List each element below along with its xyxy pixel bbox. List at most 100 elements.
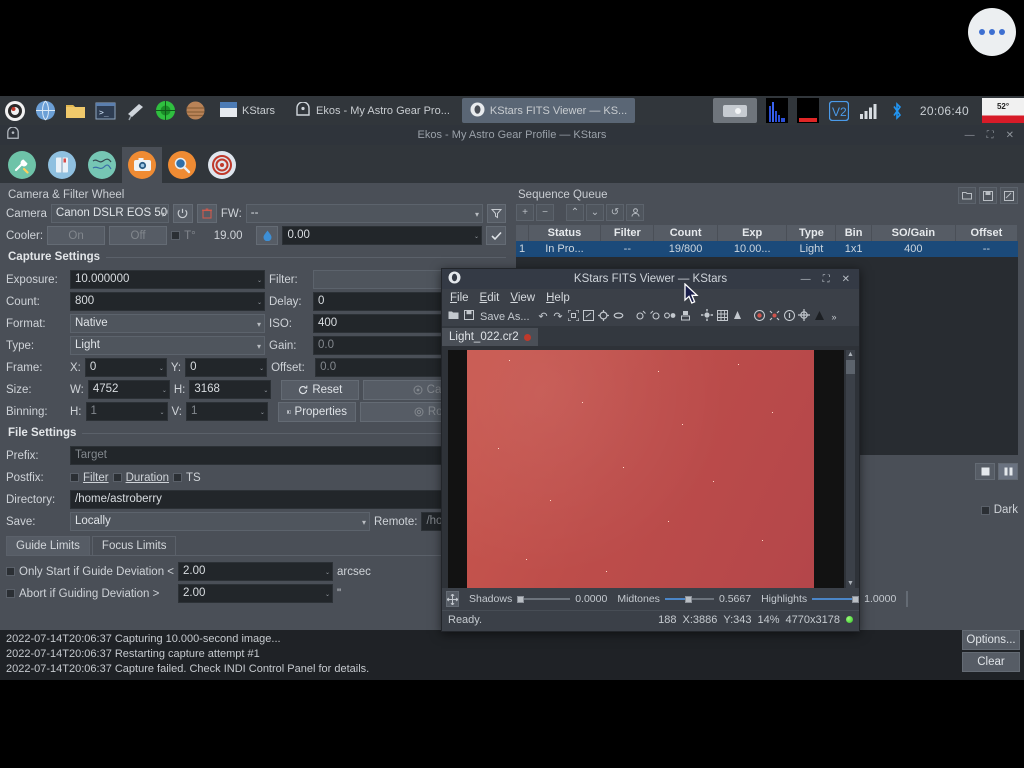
col-filter[interactable]: Filter: [600, 225, 655, 241]
planet-icon[interactable]: [181, 98, 209, 123]
detect-stars-icon[interactable]: [752, 309, 767, 324]
add-job-button[interactable]: +: [516, 204, 534, 221]
fits-titlebar[interactable]: KStars FITS Viewer — KStars — ⛶ ✕: [442, 269, 859, 289]
filter-wheel-select[interactable]: --: [245, 204, 483, 223]
guide-deviation-input[interactable]: 2.00: [178, 562, 333, 581]
camera-remove-button[interactable]: [196, 204, 217, 223]
kstars-logo-icon[interactable]: [1, 98, 29, 123]
histogram-icon[interactable]: [812, 310, 827, 324]
folder-icon[interactable]: [61, 98, 89, 123]
taskbar-item-ekos[interactable]: Ekos - My Astro Gear Pro...: [287, 98, 458, 123]
terminal-icon[interactable]: >_: [91, 98, 119, 123]
move-job-up-button[interactable]: ⌃: [566, 204, 584, 221]
bluetooth-icon[interactable]: [888, 98, 906, 123]
north-marker-icon[interactable]: [730, 310, 745, 323]
postfix-filter-checkbox[interactable]: [70, 473, 79, 482]
tab-align[interactable]: [202, 147, 242, 183]
format-select[interactable]: Native: [70, 314, 265, 333]
taskbar-item-fits-viewer[interactable]: KStars FITS Viewer — KS...: [461, 98, 636, 123]
save-sequence-as-button[interactable]: [1000, 187, 1018, 204]
cooler-off-button[interactable]: Off: [109, 226, 168, 245]
save-as-button[interactable]: Save As...: [476, 311, 536, 323]
temperature-apply-icon-button[interactable]: [256, 226, 279, 245]
midtones-slider[interactable]: [664, 595, 714, 603]
camera-power-button[interactable]: [172, 204, 193, 223]
tab-analyze[interactable]: [82, 147, 122, 183]
more-options-button[interactable]: [968, 8, 1016, 56]
temperature-target-input[interactable]: 0.00: [282, 226, 482, 245]
guide-deviation-checkbox[interactable]: [6, 567, 15, 576]
reset-frame-button[interactable]: Reset: [281, 379, 360, 400]
audio-icon[interactable]: [796, 98, 819, 123]
cooler-on-button[interactable]: On: [47, 226, 106, 245]
tab-scheduler[interactable]: [42, 147, 82, 183]
col-type[interactable]: Type: [786, 225, 837, 241]
properties-button[interactable]: Properties: [277, 401, 356, 422]
frame-x-input[interactable]: 0: [84, 358, 167, 377]
histogram-icon[interactable]: [765, 98, 788, 123]
ekos-log[interactable]: 2022-07-14T20:06:37 Capturing 10.000-sec…: [0, 630, 1024, 680]
rotate-ccw-icon[interactable]: [663, 310, 678, 324]
col-count[interactable]: Count: [653, 225, 718, 241]
tab-focus[interactable]: [162, 147, 202, 183]
temperature-set-button[interactable]: [486, 226, 506, 245]
scroll-thumb[interactable]: [846, 360, 855, 374]
tab-capture[interactable]: [122, 147, 162, 183]
save-select[interactable]: Locally: [70, 512, 370, 531]
fits-vertical-scrollbar[interactable]: ▲ ▼: [846, 350, 855, 588]
exposure-input[interactable]: 10.000000: [70, 270, 265, 289]
rotate-cw-icon[interactable]: [678, 310, 693, 324]
highlights-slider[interactable]: [812, 595, 860, 603]
bin-h-input[interactable]: 1: [85, 402, 168, 421]
v2-icon[interactable]: V2: [828, 98, 850, 123]
undo-icon[interactable]: ↶: [536, 310, 551, 323]
ekos-titlebar[interactable]: Ekos - My Astro Gear Profile — KStars — …: [0, 125, 1024, 145]
move-job-down-button[interactable]: ⌄: [586, 204, 604, 221]
weather-widget[interactable]: 52°: [982, 98, 1024, 123]
shadows-slider[interactable]: [517, 595, 571, 603]
select-job-button[interactable]: [626, 204, 644, 221]
table-row[interactable]: 1 In Pro... -- 19/800 10.00... Light 1x1…: [516, 241, 1018, 257]
stop-capture-button[interactable]: [975, 463, 995, 480]
overflow-icon[interactable]: »: [827, 312, 842, 322]
pause-capture-button[interactable]: [998, 463, 1018, 480]
bin-v-input[interactable]: 1: [185, 402, 268, 421]
filter-settings-button[interactable]: [487, 204, 506, 223]
minimize-button[interactable]: —: [965, 130, 975, 141]
log-options-button[interactable]: Options...: [962, 630, 1020, 650]
fit-to-window-icon[interactable]: [566, 308, 581, 324]
reset-jobs-button[interactable]: ↺: [606, 204, 624, 221]
count-input[interactable]: 800: [70, 292, 265, 311]
col-offset[interactable]: Offset: [955, 225, 1019, 241]
size-h-input[interactable]: 3168: [189, 380, 272, 399]
stretch-preset-button[interactable]: [906, 591, 909, 607]
open-sequence-button[interactable]: [958, 187, 976, 204]
target-icon[interactable]: [797, 309, 812, 324]
close-button[interactable]: ✕: [1006, 130, 1014, 141]
postfix-duration-checkbox[interactable]: [112, 473, 122, 482]
signal-icon[interactable]: [859, 98, 879, 123]
flip-horizontal-icon[interactable]: [633, 310, 648, 324]
save-sequence-button[interactable]: [979, 187, 997, 204]
scroll-down-arrow-icon[interactable]: ▼: [846, 579, 855, 588]
tab-setup[interactable]: [2, 147, 42, 183]
zoom-out-icon[interactable]: [611, 310, 626, 324]
menu-file[interactable]: File: [450, 292, 469, 304]
type-select[interactable]: Light: [70, 336, 265, 355]
redo-icon[interactable]: ↷: [551, 310, 566, 323]
taskbar-item-kstars[interactable]: KStars: [212, 98, 283, 123]
col-status[interactable]: Status: [528, 225, 602, 241]
grid-icon[interactable]: [715, 309, 730, 324]
zoom-in-icon[interactable]: [596, 309, 611, 324]
col-so-gain[interactable]: SO/Gain: [871, 225, 956, 241]
zoom-default-icon[interactable]: [581, 309, 596, 324]
log-clear-button[interactable]: Clear: [962, 652, 1020, 672]
fits-image-canvas[interactable]: [448, 350, 844, 588]
col-bin[interactable]: Bin: [835, 225, 872, 241]
size-w-input[interactable]: 4752: [87, 380, 170, 399]
remove-job-button[interactable]: −: [536, 204, 554, 221]
crosshair-icon[interactable]: [700, 309, 715, 324]
temperature-checkbox[interactable]: [171, 231, 181, 240]
globe-icon[interactable]: [31, 98, 59, 123]
midtones-knob[interactable]: [684, 595, 692, 603]
